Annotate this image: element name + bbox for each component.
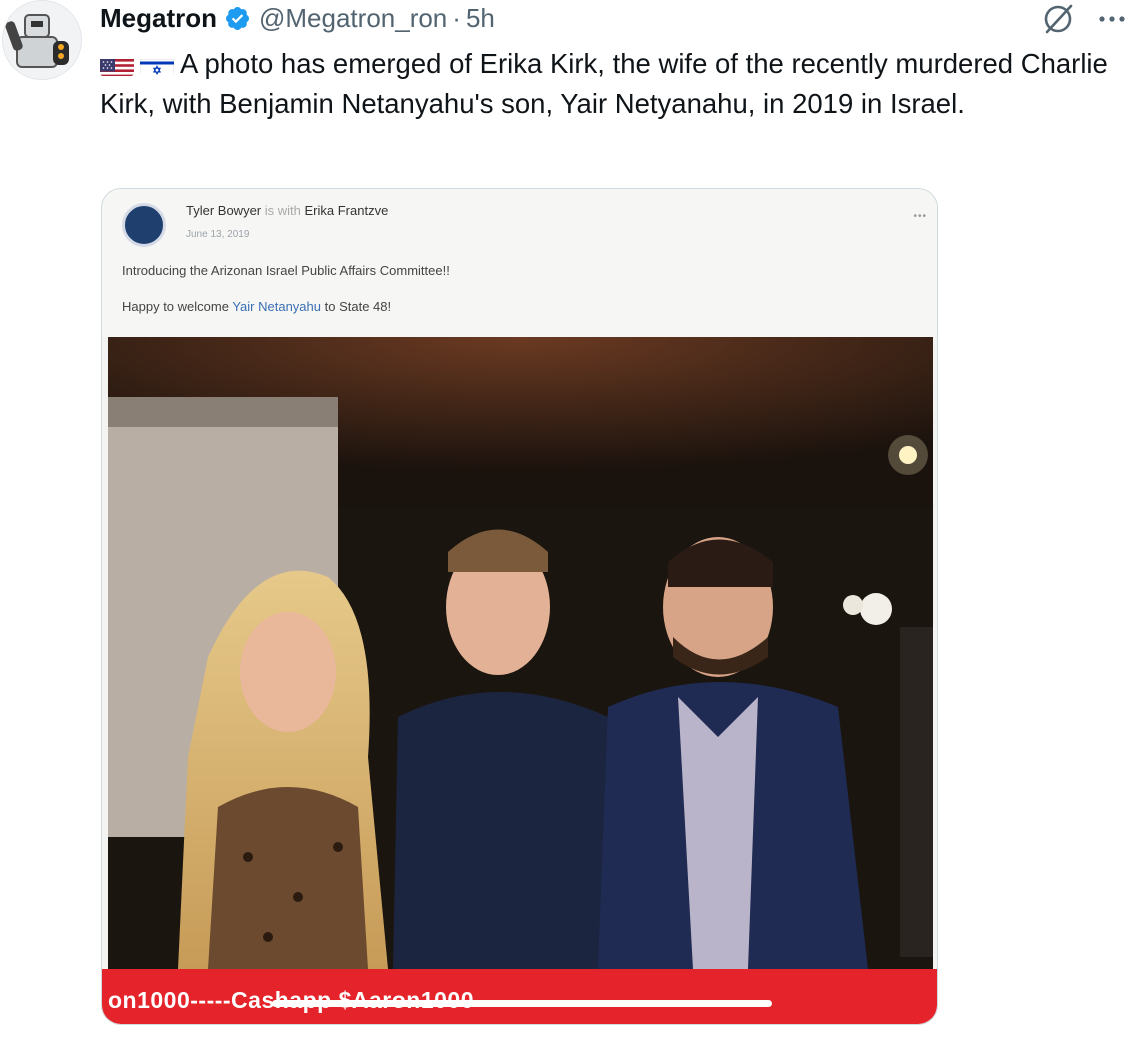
group-photo [108,337,933,969]
tweet-body: A photo has emerged of Erika Kirk, the w… [100,48,1108,119]
tweet-header: Megatron @Megatron_ron · 5h [100,0,495,36]
tweet-media-image[interactable]: Tyler Bowyer is with Erika Frantzve June… [101,188,938,1025]
separator-dot: · [452,2,461,33]
author-handle[interactable]: @Megatron_ron [259,3,447,34]
us-flag-icon [100,53,134,76]
embedded-post-line1: Introducing the Arizonan Israel Public A… [122,263,450,278]
embedded-post-date: June 13, 2019 [186,229,250,240]
embedded-post-poster: Tyler Bowyer is with Erika Frantzve [186,203,388,218]
more-options-icon[interactable] [1094,6,1130,32]
author-display-name[interactable]: Megatron [100,3,217,34]
embedded-poster-name: Tyler Bowyer [186,203,262,218]
banner-progress-bar [272,1000,772,1007]
embedded-post-header: Tyler Bowyer is with Erika Frantzve June… [102,189,937,337]
author-avatar[interactable] [2,0,82,80]
embedded-post-line2: Happy to welcome Yair Netanyahu to State… [122,299,391,314]
embedded-post-avatar [122,203,166,247]
verified-badge-icon [224,5,251,32]
embedded-with-label: is with [264,203,301,218]
robot-avatar-icon [3,1,81,79]
tweet-timestamp[interactable]: 5h [466,3,495,34]
embedded-line2-suffix: to State 48! [324,299,392,314]
embedded-tagged-name: Erika Frantzve [304,203,389,218]
embedded-more-icon: ••• [913,211,927,222]
grok-icon[interactable] [1040,2,1076,36]
embedded-line2-prefix: Happy to welcome [122,299,229,314]
tweet-text: A photo has emerged of Erika Kirk, the w… [100,44,1130,124]
embedded-line2-link: Yair Netanyahu [232,299,321,314]
israel-flag-icon [140,53,174,76]
